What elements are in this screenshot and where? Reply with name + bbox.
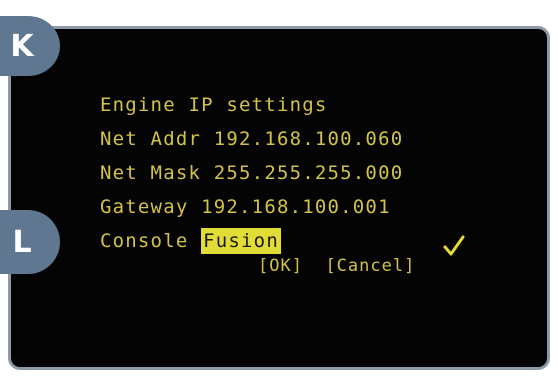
- console-row[interactable]: Console Fusion: [100, 224, 281, 258]
- gateway-label: Gateway: [100, 196, 189, 218]
- net-mask-row[interactable]: Net Mask 255.255.255.000: [100, 156, 403, 190]
- dialog-buttons: [OK] [Cancel]: [258, 256, 415, 276]
- console-value-selected[interactable]: Fusion: [201, 228, 281, 254]
- gateway-row[interactable]: Gateway 192.168.100.001: [100, 190, 391, 224]
- callout-l-label: L: [12, 224, 32, 260]
- net-mask-value[interactable]: 255.255.255.000: [214, 162, 404, 184]
- checkmark-icon: [443, 235, 465, 256]
- settings-title: Engine IP settings: [100, 94, 328, 116]
- callout-k-label: K: [10, 28, 34, 64]
- net-addr-row[interactable]: Net Addr 192.168.100.060: [100, 122, 403, 156]
- net-addr-label: Net Addr: [100, 128, 202, 150]
- net-addr-value[interactable]: 192.168.100.060: [214, 128, 404, 150]
- device-screen-figure: K L Engine IP settings Net Addr 192.168.…: [0, 0, 558, 377]
- ok-button[interactable]: [OK]: [258, 256, 303, 276]
- cancel-button[interactable]: [Cancel]: [325, 256, 415, 276]
- console-label: Console: [100, 230, 189, 252]
- net-mask-label: Net Mask: [100, 162, 202, 184]
- gateway-value[interactable]: 192.168.100.001: [201, 196, 391, 218]
